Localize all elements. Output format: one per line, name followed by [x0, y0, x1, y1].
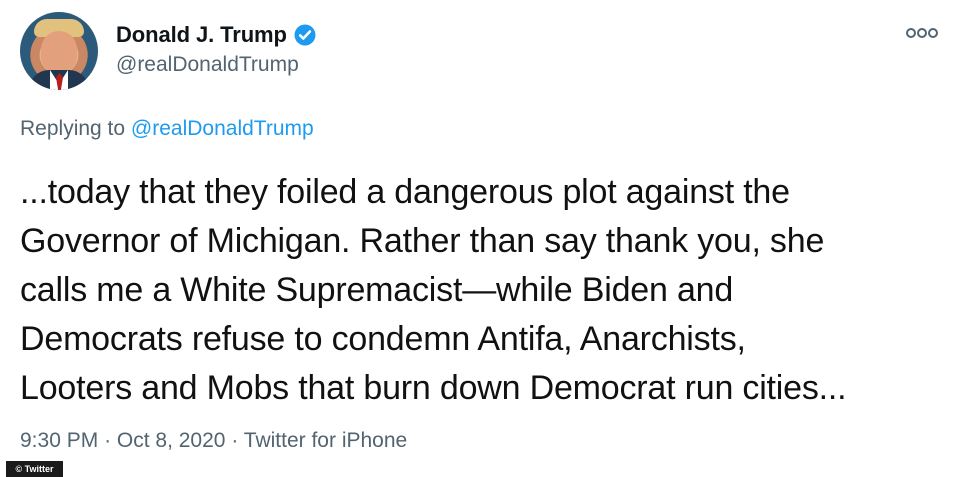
- tweet-metadata: 9:30 PM · Oct 8, 2020 · Twitter for iPho…: [20, 429, 407, 453]
- tweet-card: Donald J. Trump @realDonaldTrump Replyin…: [0, 0, 962, 477]
- tweet-time[interactable]: 9:30 PM: [20, 429, 98, 452]
- reply-context: Replying to @realDonaldTrump: [20, 117, 314, 141]
- tweet-text-line: calls me a White Supremacist—while Biden…: [20, 271, 734, 309]
- tweet-source[interactable]: Twitter for iPhone: [244, 429, 407, 452]
- tweet-body: ...today that they foiled a dangerous pl…: [20, 168, 940, 413]
- tweet-date[interactable]: Oct 8, 2020: [117, 429, 226, 452]
- author-display-name[interactable]: Donald J. Trump: [116, 22, 287, 48]
- more-options-icon[interactable]: [903, 22, 941, 44]
- author-handle[interactable]: @realDonaldTrump: [116, 53, 299, 77]
- reply-mention-link[interactable]: @realDonaldTrump: [131, 117, 314, 140]
- tweet-text-line: Democrats refuse to condemn Antifa, Anar…: [20, 320, 746, 358]
- author-name-row[interactable]: Donald J. Trump: [116, 21, 317, 49]
- tweet-text-line: Looters and Mobs that burn down Democrat…: [20, 369, 847, 407]
- meta-separator: ·: [231, 429, 239, 452]
- avatar-face: [41, 31, 77, 74]
- tweet-text-line: Governor of Michigan. Rather than say th…: [20, 222, 825, 260]
- author-avatar[interactable]: [20, 12, 98, 90]
- tweet-text-line: ...today that they foiled a dangerous pl…: [20, 173, 790, 211]
- meta-separator: ·: [104, 429, 112, 452]
- twitter-watermark: © Twitter: [6, 461, 63, 477]
- reply-prefix: Replying to: [20, 117, 126, 140]
- verified-badge-icon: [294, 24, 316, 46]
